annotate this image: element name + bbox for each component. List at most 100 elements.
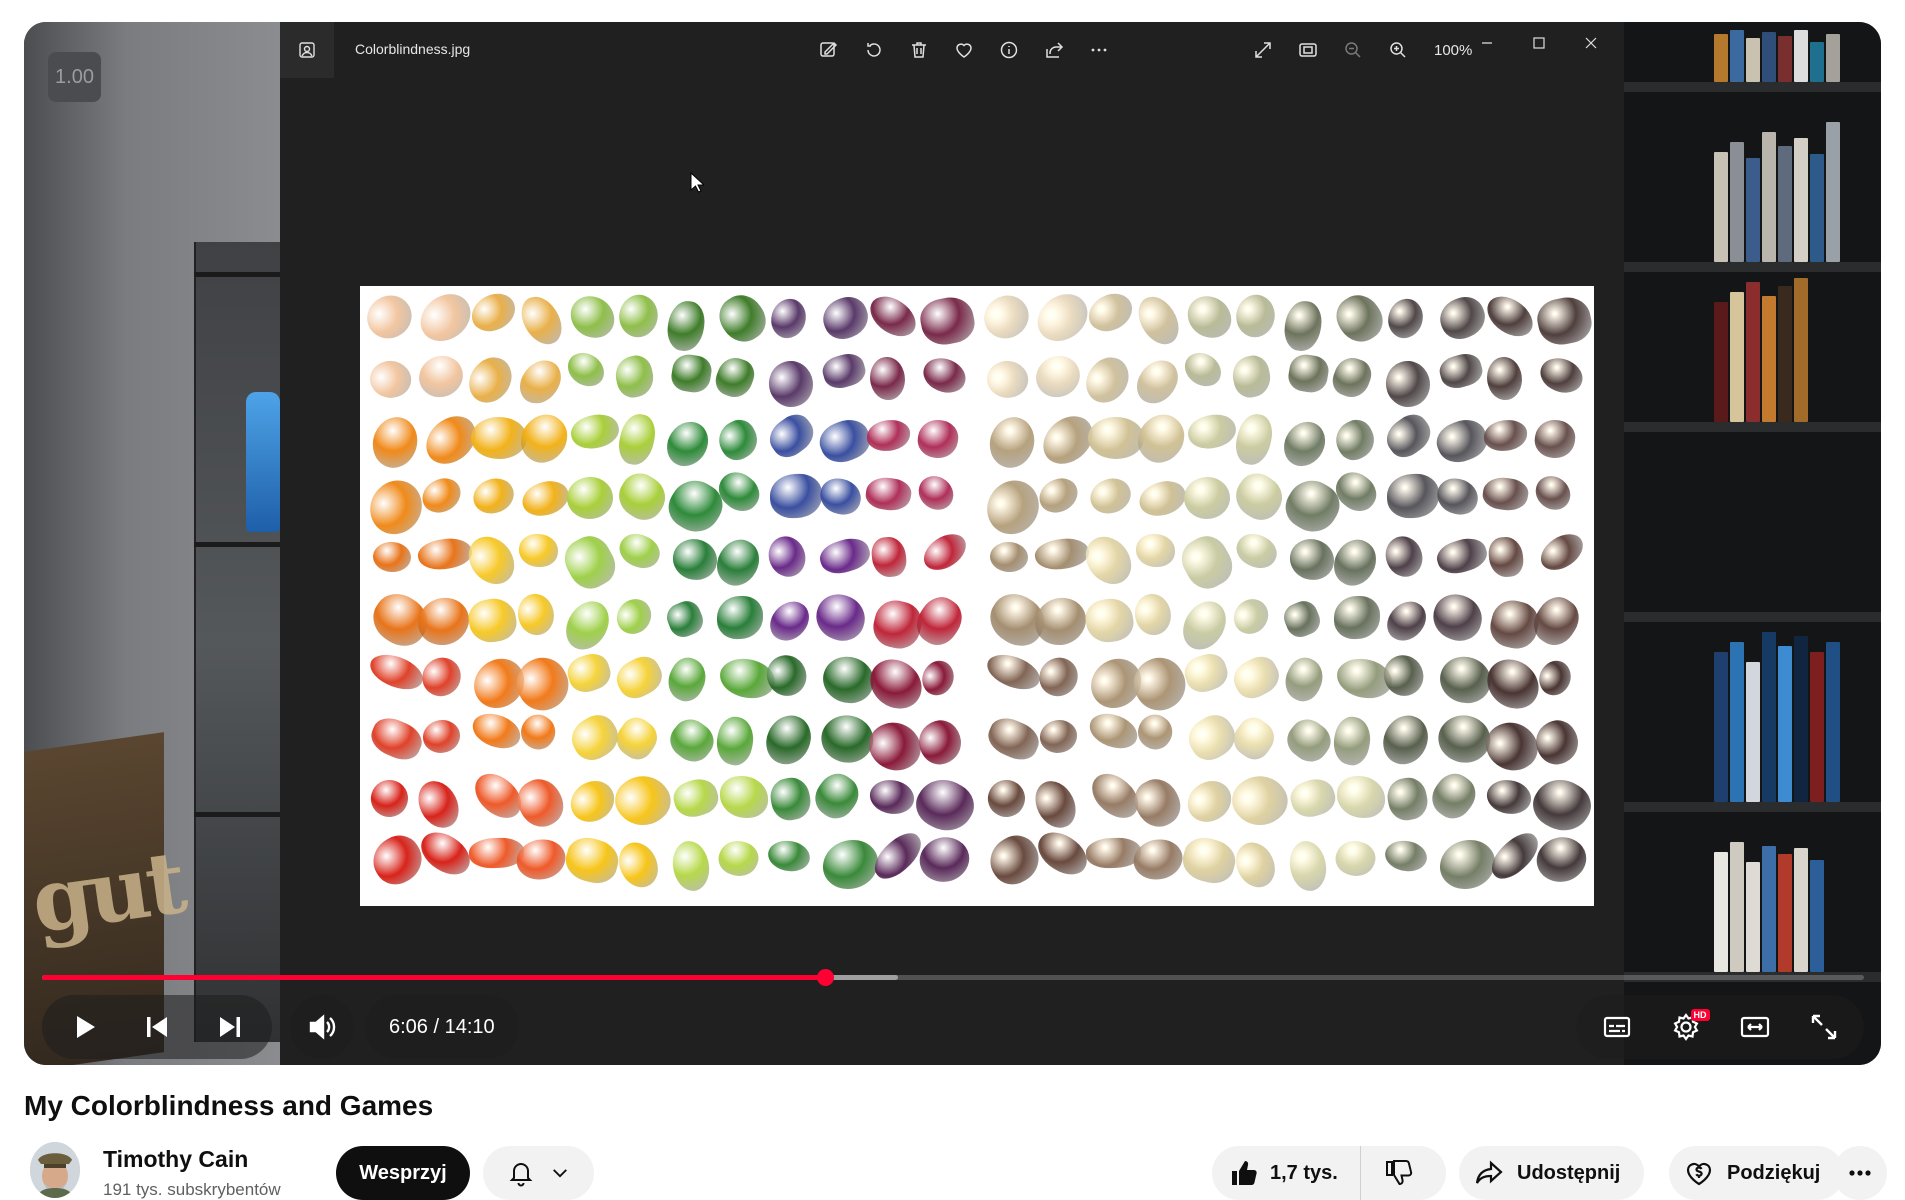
previous-button[interactable]: [125, 995, 189, 1059]
bookcase-shelf: [1624, 422, 1881, 432]
produce-item: [566, 476, 614, 521]
produce-item: [569, 294, 617, 341]
produce-item: [511, 588, 561, 641]
support-button[interactable]: Wesprzyj: [336, 1146, 470, 1200]
produce-item: [363, 351, 419, 407]
produce-item: [1028, 286, 1098, 351]
player-settings-controls: HD: [1576, 995, 1864, 1059]
produce-item: [808, 766, 866, 826]
mouse-cursor-icon: [690, 172, 704, 193]
produce-item: [1086, 473, 1136, 518]
theater-mode-button[interactable]: [1723, 995, 1787, 1059]
produce-item: [609, 835, 667, 895]
produce-item: [982, 410, 1043, 475]
produce-item: [866, 419, 911, 452]
colorblind-simulated-produce: [975, 286, 1594, 906]
like-count: 1,7 tys.: [1270, 1161, 1338, 1184]
share-photo-icon[interactable]: [1039, 34, 1069, 66]
produce-item: [769, 297, 809, 340]
produce-item: [663, 596, 708, 642]
zoom-in-icon[interactable]: [1383, 34, 1413, 66]
produce-item: [716, 595, 764, 640]
share-button[interactable]: Udostępnij: [1459, 1146, 1645, 1200]
subtitles-button[interactable]: [1585, 995, 1649, 1059]
produce-item: [1336, 775, 1385, 819]
background-bookcase: [1624, 22, 1881, 1065]
channel-name[interactable]: Timothy Cain: [103, 1146, 248, 1173]
produce-item: [809, 588, 872, 648]
produce-item: [1281, 298, 1324, 354]
produce-item: [367, 775, 413, 821]
share-label: Udostępnij: [1517, 1161, 1621, 1184]
produce-item: [762, 530, 813, 583]
produce-item: [1477, 649, 1549, 719]
bookcase-shelf: [1624, 612, 1881, 622]
bookcase-shelf: [1624, 802, 1881, 812]
produce-item: [558, 593, 617, 657]
produce-item: [1178, 832, 1241, 889]
produce-item: [981, 827, 1048, 893]
close-icon[interactable]: [1568, 28, 1614, 58]
produce-item: [1082, 595, 1136, 646]
produce-item: [1226, 835, 1284, 895]
produce-item: [1039, 719, 1078, 754]
produce-item: [1536, 354, 1587, 397]
like-button[interactable]: 1,7 tys.: [1212, 1146, 1361, 1200]
produce-item: [1227, 711, 1281, 765]
rotate-icon[interactable]: [859, 34, 889, 66]
produce-item: [468, 710, 524, 753]
volume-control: [290, 995, 354, 1059]
produce-item: [563, 649, 615, 697]
book-row: [1624, 272, 1881, 422]
edit-image-icon[interactable]: [814, 34, 844, 66]
produce-item: [868, 356, 905, 401]
play-button[interactable]: [52, 995, 116, 1059]
produce-item: [360, 287, 420, 348]
subscriber-count: 191 tys. subskrybentów: [103, 1180, 281, 1199]
more-options-icon[interactable]: [1084, 34, 1114, 66]
produce-item: [709, 532, 767, 593]
produce-item: [1328, 287, 1391, 350]
produce-item: [909, 589, 969, 652]
thanks-button[interactable]: Podziękuj: [1669, 1146, 1845, 1200]
expand-icon[interactable]: [1248, 34, 1278, 66]
produce-item: [763, 593, 815, 648]
produce-item: [1432, 533, 1491, 580]
produce-item: [1229, 352, 1275, 401]
produce-item: [766, 839, 811, 874]
info-icon[interactable]: [994, 34, 1024, 66]
photos-app-icon[interactable]: [280, 22, 334, 78]
progress-played: [42, 975, 826, 980]
produce-item: [1288, 839, 1328, 893]
produce-item: [1433, 474, 1482, 518]
video-player[interactable]: gut Colorblindness.jpg 100% 1.00 6:06 / …: [24, 22, 1881, 1065]
produce-item: [1386, 297, 1426, 340]
book-row: [1624, 622, 1881, 802]
produce-item: [411, 589, 477, 654]
fullscreen-button[interactable]: [1792, 995, 1856, 1059]
produce-item: [912, 470, 961, 517]
settings-button[interactable]: HD: [1654, 995, 1718, 1059]
more-actions-button[interactable]: [1833, 1146, 1887, 1200]
fit-to-window-icon[interactable]: [1293, 34, 1323, 66]
favorite-icon[interactable]: [949, 34, 979, 66]
produce-item: [1224, 764, 1298, 838]
delete-icon[interactable]: [904, 34, 934, 66]
notifications-button[interactable]: [483, 1146, 594, 1200]
produce-item: [562, 771, 622, 831]
dislike-button[interactable]: [1361, 1146, 1437, 1200]
avatar[interactable]: [30, 1142, 80, 1198]
volume-button[interactable]: [290, 995, 354, 1059]
progress-bar[interactable]: [42, 969, 1864, 986]
produce-item: [1280, 596, 1325, 642]
bell-icon: [509, 1163, 532, 1187]
thanks-label: Podziękuj: [1727, 1161, 1821, 1184]
produce-item: [908, 769, 982, 841]
produce-item: [984, 775, 1030, 821]
playback-rate-badge: 1.00: [48, 52, 101, 102]
maximize-icon[interactable]: [1516, 28, 1562, 58]
next-button[interactable]: [198, 995, 262, 1059]
zoom-out-icon[interactable]: [1338, 34, 1368, 66]
produce-item: [1380, 593, 1432, 648]
minimize-icon[interactable]: [1464, 28, 1510, 58]
